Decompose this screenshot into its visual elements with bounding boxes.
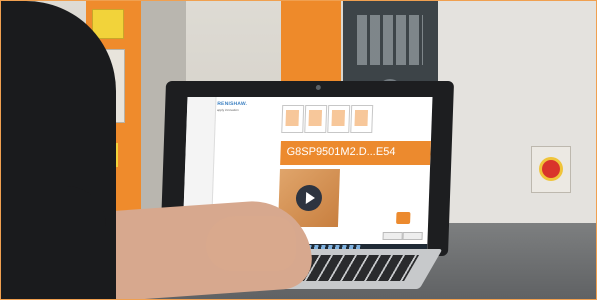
background-wall-right bbox=[438, 1, 596, 231]
part-code: G8SP9501M2.D...E54 bbox=[286, 146, 396, 158]
play-button[interactable] bbox=[295, 185, 323, 211]
photo-frame: RENISHAW. apply innovation G8SP9501M2.D.… bbox=[0, 0, 597, 300]
brand-subtitle: apply innovation bbox=[216, 108, 239, 112]
step-thumbnail[interactable] bbox=[327, 105, 351, 133]
part-code-banner: G8SP9501M2.D...E54 bbox=[280, 141, 431, 165]
step-thumbnail[interactable] bbox=[350, 105, 374, 133]
emergency-stop-button bbox=[542, 160, 560, 178]
user-sleeve bbox=[1, 186, 106, 299]
step-thumbnails bbox=[281, 105, 374, 133]
next-button[interactable] bbox=[402, 232, 423, 240]
control-keys bbox=[357, 15, 423, 65]
emergency-stop-box bbox=[531, 146, 571, 193]
play-icon bbox=[305, 192, 316, 204]
step-thumbnail[interactable] bbox=[304, 105, 328, 133]
step-thumbnail[interactable] bbox=[281, 105, 305, 133]
back-button[interactable] bbox=[382, 232, 403, 240]
orange-action-icon[interactable] bbox=[396, 212, 411, 224]
brand-logo: RENISHAW. bbox=[217, 101, 248, 107]
user-hand bbox=[206, 216, 296, 271]
webcam-icon bbox=[315, 85, 321, 90]
